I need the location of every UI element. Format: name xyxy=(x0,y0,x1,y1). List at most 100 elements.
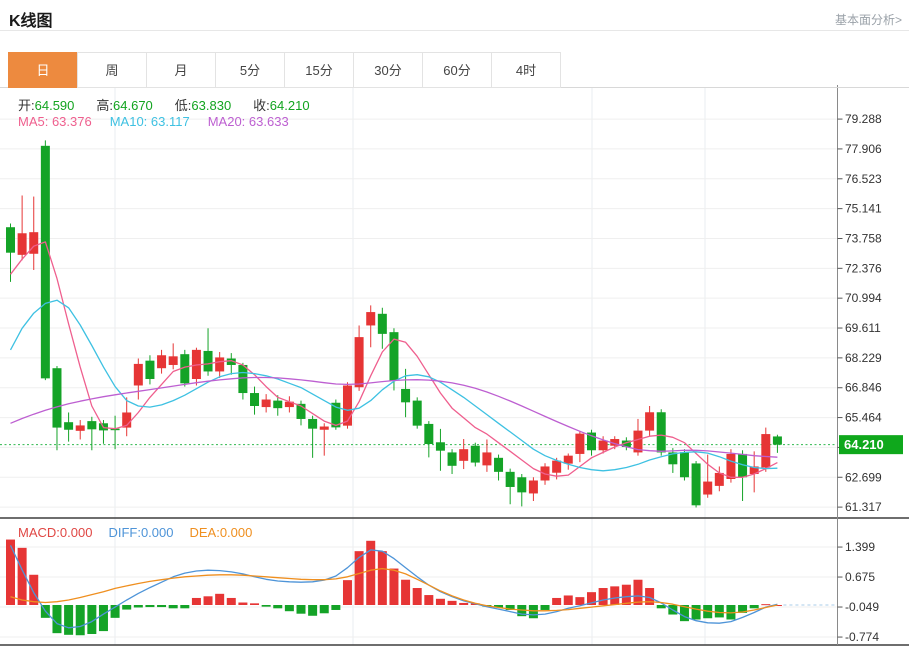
candle xyxy=(134,364,143,386)
axis-tick-label: 75.141 xyxy=(845,202,882,216)
candle xyxy=(680,452,689,477)
macd-bar xyxy=(64,605,73,635)
axis-tick-label: 70.994 xyxy=(845,291,882,305)
period-tab-0[interactable]: 日 xyxy=(8,52,78,88)
candle xyxy=(355,337,364,387)
macd-bar xyxy=(343,580,352,605)
candle xyxy=(401,389,410,402)
macd-bar xyxy=(610,586,619,605)
candle xyxy=(575,434,584,454)
axis-tick-label: 69.611 xyxy=(845,321,881,335)
axis-tick-label: 66.846 xyxy=(845,381,882,395)
macd-bar xyxy=(76,605,85,635)
candle xyxy=(448,452,457,465)
period-tab-2[interactable]: 月 xyxy=(146,52,216,88)
macd-bar xyxy=(413,588,422,605)
period-tab-6[interactable]: 60分 xyxy=(422,52,492,88)
candle xyxy=(599,441,608,451)
axis-tick-label: 65.464 xyxy=(845,411,882,425)
macd-bar xyxy=(99,605,108,631)
candle xyxy=(52,368,61,427)
macd-bar xyxy=(389,569,398,605)
macd-value: MACD:0.000 xyxy=(18,525,92,540)
candle xyxy=(506,472,515,487)
candle xyxy=(471,446,480,463)
macd-bar xyxy=(459,603,468,605)
candle xyxy=(761,434,770,467)
diff-value-label: DIFF: xyxy=(108,525,141,540)
period-tab-7[interactable]: 4时 xyxy=(491,52,561,88)
macd-bar xyxy=(262,605,271,607)
ma10-value: MA10: 63.117 xyxy=(110,114,190,129)
ohlc-open-number: 64.590 xyxy=(35,98,75,113)
candle xyxy=(215,357,224,371)
macd-bar xyxy=(273,605,282,608)
candle xyxy=(343,385,352,425)
macd-bar xyxy=(436,599,445,605)
axis-tick-label: 1.399 xyxy=(845,540,875,554)
axis-tick-label: 73.758 xyxy=(845,231,882,245)
macd-value-label: MACD: xyxy=(18,525,60,540)
macd-bar xyxy=(633,580,642,605)
macd-bar xyxy=(227,598,236,605)
macd-bar xyxy=(564,595,573,605)
ohlc-legend: 开:64.590高:64.670低:63.830收:64.210 xyxy=(18,95,332,114)
macd-bar xyxy=(378,551,387,605)
macd-value-number: 0.000 xyxy=(60,525,93,540)
candle xyxy=(262,400,271,408)
ma5-value-label: MA5: xyxy=(18,114,48,129)
ohlc-close-number: 64.210 xyxy=(270,98,310,113)
macd-bar xyxy=(750,605,759,608)
ma-legend: MA5: 63.376MA10: 63.117MA20: 63.633 xyxy=(18,114,307,129)
period-tab-1[interactable]: 周 xyxy=(77,52,147,88)
macd-bar xyxy=(297,605,306,614)
candle xyxy=(6,227,15,252)
ohlc-low-label: 低: xyxy=(175,98,192,113)
ma5-value: MA5: 63.376 xyxy=(18,114,92,129)
macd-bar xyxy=(552,598,561,605)
ohlc-close-label: 收: xyxy=(253,98,270,113)
fundamental-analysis-link[interactable]: 基本面分析> xyxy=(835,11,902,28)
period-tabbar: 日周月5分15分30分60分4时 xyxy=(0,52,909,88)
macd-bar xyxy=(692,605,701,619)
page-title: K线图 xyxy=(9,7,53,31)
candle xyxy=(87,421,96,429)
candle xyxy=(366,312,375,325)
dea-value-label: DEA: xyxy=(189,525,219,540)
candle xyxy=(715,473,724,486)
ma10-value-number: 63.117 xyxy=(147,114,189,129)
macd-bar xyxy=(355,551,364,605)
candle xyxy=(320,427,329,430)
macd-bar xyxy=(448,601,457,605)
macd-bar xyxy=(575,597,584,605)
period-tab-3[interactable]: 5分 xyxy=(215,52,285,88)
axis-tick-label: 62.699 xyxy=(845,470,882,484)
axis-tick-label: 79.288 xyxy=(845,112,882,126)
macd-bar xyxy=(52,605,61,633)
ohlc-low-number: 63.830 xyxy=(191,98,231,113)
diff-value: DIFF:0.000 xyxy=(108,525,173,540)
candle xyxy=(157,355,166,368)
candle xyxy=(424,424,433,444)
candle xyxy=(436,442,445,450)
macd-bar xyxy=(308,605,317,616)
candle xyxy=(41,146,50,379)
period-tab-5[interactable]: 30分 xyxy=(353,52,423,88)
candle xyxy=(308,419,317,429)
candle xyxy=(64,422,73,430)
ohlc-close: 收:64.210 xyxy=(253,98,309,113)
candle xyxy=(482,452,491,465)
period-tab-4[interactable]: 15分 xyxy=(284,52,354,88)
candle xyxy=(238,365,247,393)
macd-bar xyxy=(180,605,189,608)
macd-bar xyxy=(599,588,608,605)
dea-value-number: 0.000 xyxy=(220,525,253,540)
candle xyxy=(145,361,154,379)
ohlc-open: 开:64.590 xyxy=(18,98,74,113)
macd-bar xyxy=(29,575,38,605)
candle xyxy=(76,425,85,430)
candle xyxy=(459,449,468,461)
ohlc-open-label: 开: xyxy=(18,98,35,113)
macd-bar xyxy=(157,605,166,607)
macd-bar xyxy=(204,596,213,605)
